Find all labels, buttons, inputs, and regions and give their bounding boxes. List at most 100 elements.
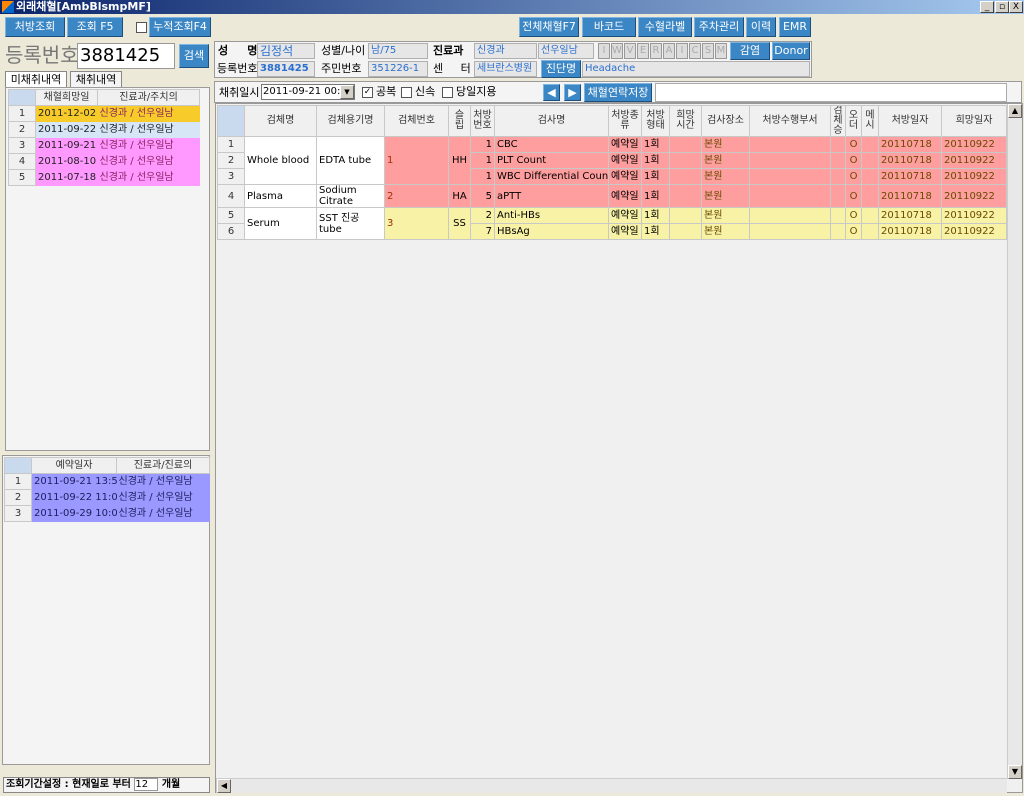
- infection-button[interactable]: 감염: [730, 42, 770, 60]
- corner-cell: [4, 457, 32, 474]
- cell-form: 1회: [641, 207, 670, 224]
- close-button[interactable]: X: [1009, 1, 1023, 13]
- pending-row[interactable]: 3 2011-09-21 신경과 / 선우일남: [8, 137, 200, 154]
- cell-seung: [830, 152, 846, 169]
- flag-m[interactable]: M: [715, 43, 727, 59]
- order-no: 7: [470, 223, 495, 240]
- flag-e[interactable]: E: [637, 43, 649, 59]
- fasting-label: 공복: [376, 85, 397, 98]
- col-header[interactable]: 처방일자: [878, 105, 942, 137]
- cell-order-date: 20110718: [878, 168, 942, 185]
- tab-collected[interactable]: 채취내역: [70, 71, 122, 88]
- reservation-row[interactable]: 2 2011-09-22 11:00 신경과 / 선우일남: [4, 489, 210, 506]
- urgent-checkbox[interactable]: [401, 87, 412, 98]
- scroll-up-button[interactable]: ▲: [1008, 104, 1022, 118]
- cumulative-checkbox[interactable]: [136, 22, 147, 33]
- col-header[interactable]: 검사장소: [701, 105, 750, 137]
- name-label: 성 명: [218, 44, 258, 57]
- col-header[interactable]: 오더: [845, 105, 862, 137]
- flag-i[interactable]: I: [598, 43, 610, 59]
- test-name: aPTT: [494, 184, 609, 208]
- donor-button[interactable]: Donor: [772, 42, 810, 60]
- restore-button[interactable]: ▫: [995, 1, 1009, 13]
- col-header[interactable]: 슬립: [448, 105, 471, 137]
- specimen-specimen: Whole blood: [244, 136, 317, 185]
- col-header[interactable]: 검체승: [830, 105, 846, 137]
- col-header[interactable]: 처방종류: [608, 105, 642, 137]
- reg-no-input[interactable]: 3881425: [77, 43, 175, 69]
- same-day-checkbox[interactable]: [442, 87, 453, 98]
- flag-w[interactable]: W: [611, 43, 623, 59]
- pending-panel: 채혈희망일 진료과/주치의 1 2011-12-02 신경과 / 선우일남 2 2011-…: [5, 87, 210, 451]
- barcode-button[interactable]: 바코드: [582, 17, 636, 37]
- flag-r[interactable]: R: [650, 43, 662, 59]
- pending-row[interactable]: 4 2011-08-10 신경과 / 선우일남: [8, 153, 200, 170]
- flag-c[interactable]: C: [689, 43, 701, 59]
- pending-row[interactable]: 5 2011-07-18 신경과 / 선우일남: [8, 169, 200, 186]
- col-header: 채혈희망일: [35, 89, 98, 106]
- draw-time-select[interactable]: 2011-09-21 00:00 ▼: [261, 84, 355, 100]
- col-header[interactable]: 희망일자: [941, 105, 1007, 137]
- save-contact-button[interactable]: 채혈연락저장: [584, 83, 652, 102]
- pending-row[interactable]: 2 2011-09-22 신경과 / 선우일남: [8, 121, 200, 138]
- specimen-specimen: Serum: [244, 207, 317, 240]
- contact-memo-input[interactable]: [655, 83, 1007, 102]
- rrn-label: 주민번호: [321, 62, 362, 75]
- reservation-row[interactable]: 1 2011-09-21 13:52 신경과 / 선우일남: [4, 473, 210, 490]
- row-number: 1: [8, 105, 36, 122]
- order-search-button[interactable]: 처방조회: [5, 17, 65, 37]
- cumulative-search-button[interactable]: 누적조회F4: [149, 17, 211, 37]
- doctor-field: 선우일남: [538, 43, 594, 59]
- prev-button[interactable]: ◀: [543, 84, 560, 101]
- row-number: 1: [217, 136, 245, 153]
- next-button[interactable]: ▶: [564, 84, 581, 101]
- search-button[interactable]: 검색: [179, 44, 209, 68]
- reservation-date: 2011-09-21 13:52: [31, 473, 117, 490]
- col-header[interactable]: 검체용기명: [316, 105, 385, 137]
- flag-s[interactable]: S: [702, 43, 714, 59]
- flag-v[interactable]: V: [624, 43, 636, 59]
- grid-horizontal-scrollbar[interactable]: ◀: [216, 778, 1007, 793]
- chevron-down-icon[interactable]: ▼: [340, 85, 354, 99]
- pending-row[interactable]: 1 2011-12-02 신경과 / 선우일남: [8, 105, 200, 122]
- minimize-button[interactable]: _: [980, 1, 994, 13]
- col-header[interactable]: 처방형태: [641, 105, 670, 137]
- col-header[interactable]: 메시: [861, 105, 879, 137]
- fasting-checkbox[interactable]: ✓: [362, 87, 373, 98]
- col-header[interactable]: 희망시간: [669, 105, 702, 137]
- cell-time: [669, 168, 702, 185]
- tab-pending[interactable]: 미채취내역: [5, 71, 67, 88]
- order-no: 2: [470, 207, 495, 224]
- col-header[interactable]: 처방수행부서: [749, 105, 831, 137]
- emr-button[interactable]: EMR: [779, 17, 811, 37]
- flag-i[interactable]: I: [676, 43, 688, 59]
- cell-type: 예약일: [608, 168, 642, 185]
- injection-mgmt-button[interactable]: 주차관리: [694, 17, 744, 37]
- col-header[interactable]: 검체번호: [384, 105, 449, 137]
- reservation-row[interactable]: 3 2011-09-29 10:00 신경과 / 선우일남: [4, 505, 210, 522]
- search-f5-button[interactable]: 조회 F5: [67, 17, 123, 37]
- col-header[interactable]: 검체명: [244, 105, 317, 137]
- cell-msg: [861, 152, 879, 169]
- col-header[interactable]: 검사명: [494, 105, 609, 137]
- pending-date: 2011-08-10: [35, 153, 98, 170]
- grid-row[interactable]: 1 Whole blood EDTA tube 1 HH 1 CBC 예약일 1회 본원 O 2011…: [217, 136, 1007, 185]
- col-header[interactable]: 처방번호: [470, 105, 495, 137]
- grid-row[interactable]: 5 Serum SST 진공 tube 3 SS 2 Anti-HBs 예약일 1회 본원 O 201…: [217, 207, 1007, 240]
- specimen-slip: HH: [448, 136, 471, 185]
- scroll-left-button[interactable]: ◀: [217, 779, 231, 793]
- grid-vertical-scrollbar[interactable]: ▲ ▼: [1007, 104, 1022, 779]
- reservation-panel: 예약일자 진료과/진료의 1 2011-09-21 13:52 신경과 / 선우일남 2…: [2, 455, 210, 765]
- period-stepper[interactable]: 12: [134, 778, 159, 791]
- scroll-down-button[interactable]: ▼: [1008, 765, 1022, 779]
- row-number: 2: [4, 489, 32, 506]
- history-button[interactable]: 이력: [746, 17, 776, 37]
- test-name: Anti-HBs: [494, 207, 609, 224]
- transfusion-label-button[interactable]: 수혈라벨: [638, 17, 692, 37]
- cell-seung: [830, 168, 846, 185]
- diagnosis-button[interactable]: 진단명: [541, 60, 581, 78]
- flag-a[interactable]: A: [663, 43, 675, 59]
- grid-row[interactable]: 4 Plasma Sodium Citrate 2 HA 5 aPTT 예약일 1회 본원 O 201…: [217, 184, 1007, 208]
- all-draw-button[interactable]: 전체채혈F7: [519, 17, 579, 37]
- row-number: 2: [8, 121, 36, 138]
